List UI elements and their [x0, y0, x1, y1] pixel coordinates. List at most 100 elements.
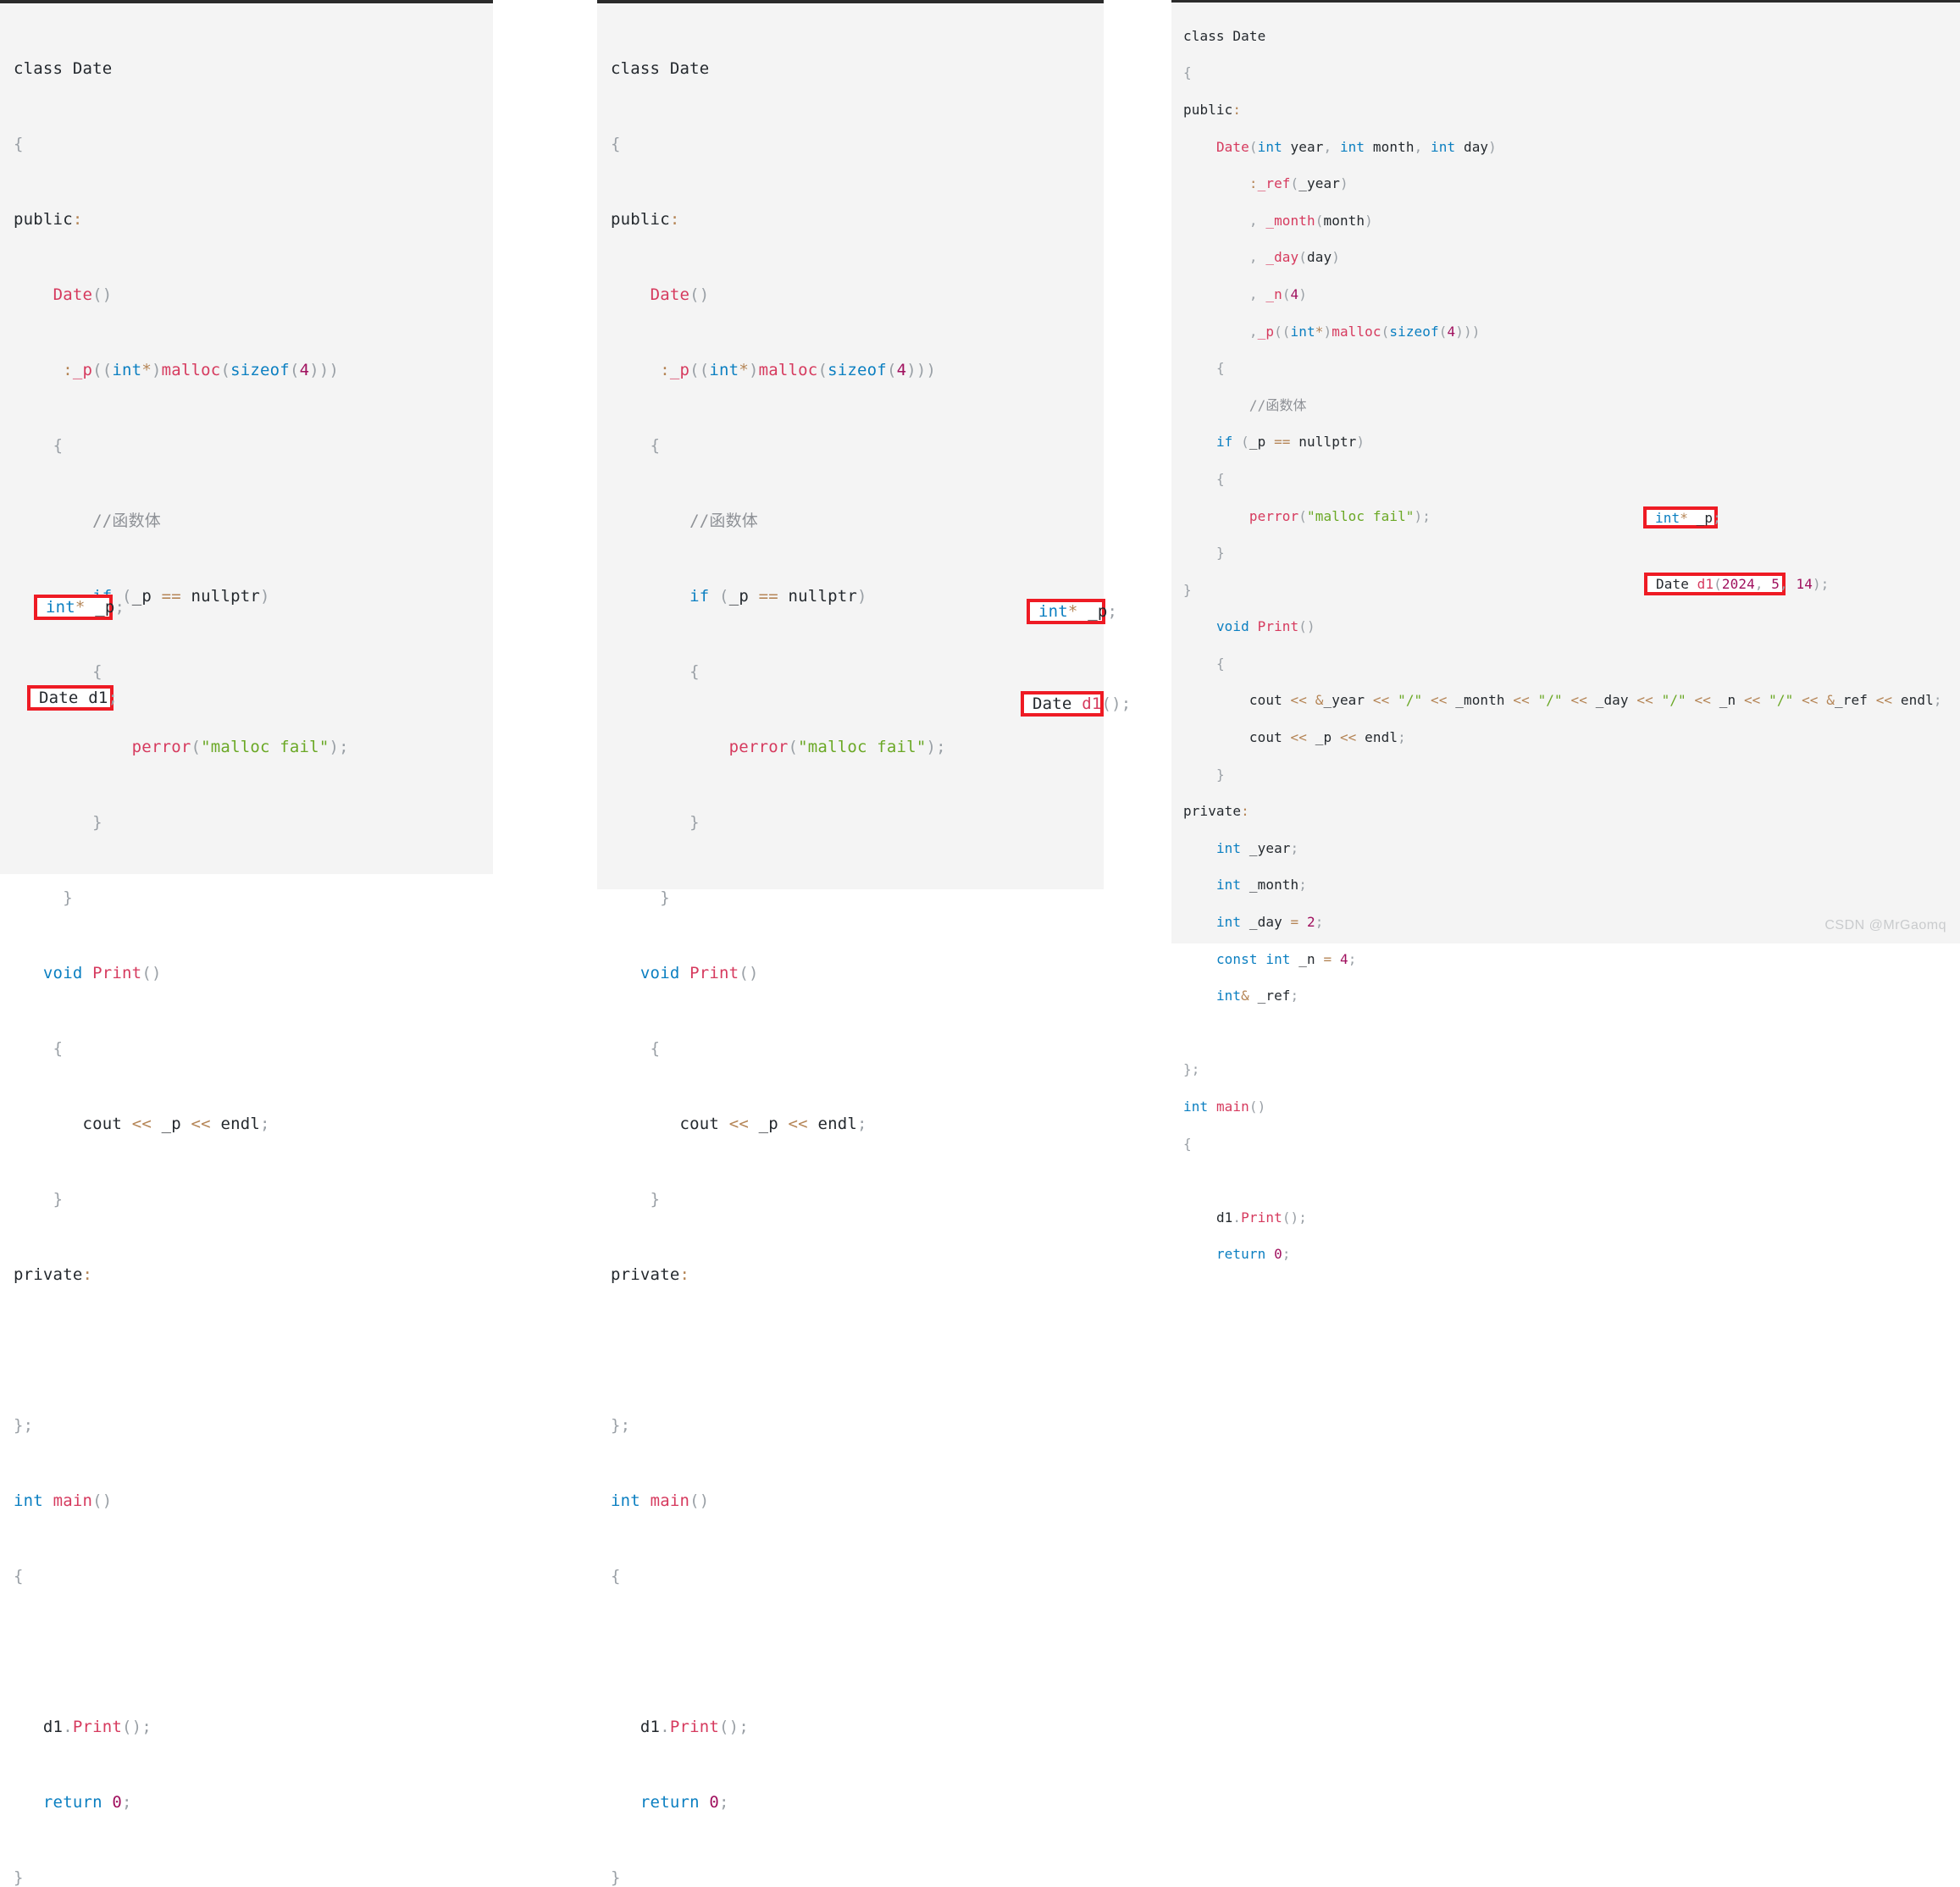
- code-line: int main(): [611, 1482, 1104, 1520]
- code-line: [611, 1331, 1104, 1370]
- code-line: public:: [611, 201, 1104, 239]
- code-line: {: [14, 1558, 493, 1596]
- annotation-box-member-pointer: int* _p;: [1027, 599, 1105, 624]
- code-line: {: [14, 1030, 493, 1068]
- code-line: }: [1183, 544, 1960, 562]
- code-line: void Print(): [14, 955, 493, 993]
- code-line: {: [14, 125, 493, 163]
- code-line: {: [611, 653, 1104, 691]
- code-line: }: [611, 804, 1104, 842]
- code-line: };: [611, 1407, 1104, 1445]
- code-line: , _day(day): [1183, 248, 1960, 267]
- code-line: }: [611, 879, 1104, 917]
- annotation-text: Date d1();: [1024, 694, 1131, 713]
- code-line: public:: [14, 201, 493, 239]
- code-line: d1.Print();: [14, 1708, 493, 1746]
- code-line: cout << &_year << "/" << _month << "/" <…: [1183, 691, 1960, 710]
- code-line: }: [1183, 581, 1960, 600]
- code-line: int& _ref;: [1183, 987, 1960, 1005]
- code-line: private:: [14, 1256, 493, 1294]
- code-line: :_ref(_year): [1183, 174, 1960, 193]
- code-line: perror("malloc fail");: [14, 728, 493, 766]
- panel-3-top-edge: [1171, 0, 1960, 3]
- code-line: }: [611, 1181, 1104, 1219]
- code-line: }: [14, 804, 493, 842]
- code-line: [14, 1633, 493, 1671]
- code-line: const int _n = 4;: [1183, 950, 1960, 969]
- code-line: void Print(): [611, 955, 1104, 993]
- code-line: //函数体: [611, 502, 1104, 540]
- code-panel-default-ctor-no-parens: class Date { public: Date() :_p((int*)ma…: [0, 5, 493, 874]
- code-line: {: [1183, 359, 1960, 378]
- code-line: int _year;: [1183, 839, 1960, 858]
- code-line: [611, 1633, 1104, 1671]
- code-block-panel-1: class Date { public: Date() :_p((int*)ma…: [0, 12, 493, 1887]
- code-line: [1183, 1171, 1960, 1190]
- annotation-box-member-pointer: int* _p;: [1643, 506, 1718, 528]
- code-line: cout << _p << endl;: [611, 1105, 1104, 1143]
- code-line: };: [1183, 1060, 1960, 1079]
- code-line: {: [14, 427, 493, 465]
- code-line: [1183, 1024, 1960, 1043]
- code-line: cout << _p << endl;: [14, 1105, 493, 1143]
- code-line: {: [611, 1558, 1104, 1596]
- code-line: }: [14, 1181, 493, 1219]
- annotation-text: Date d1;: [30, 689, 118, 707]
- code-line: private:: [611, 1256, 1104, 1294]
- code-line: return 0;: [1183, 1245, 1960, 1264]
- annotation-box-object-declaration: Date d1();: [1021, 691, 1104, 717]
- code-line: , _month(month): [1183, 212, 1960, 230]
- code-line: }: [14, 879, 493, 917]
- code-line: //函数体: [1183, 396, 1960, 415]
- code-line: {: [611, 427, 1104, 465]
- panel-2-top-edge: [597, 0, 1104, 3]
- code-line: {: [611, 1030, 1104, 1068]
- code-line: int _month;: [1183, 876, 1960, 894]
- code-block-panel-3: class Date { public: Date(int year, int …: [1171, 8, 1960, 1301]
- annotation-text: Date d1(2024, 5, 14);: [1647, 576, 1829, 592]
- watermark: CSDN @MrGaomq: [1824, 918, 1946, 933]
- code-line: return 0;: [14, 1784, 493, 1822]
- code-line: {: [1183, 64, 1960, 82]
- code-line: if (_p == nullptr): [1183, 433, 1960, 451]
- code-line: }: [611, 1859, 1104, 1887]
- code-line: public:: [1183, 101, 1960, 119]
- code-line: {: [1183, 1135, 1960, 1154]
- code-line: int main(): [14, 1482, 493, 1520]
- code-line: return 0;: [611, 1784, 1104, 1822]
- code-line: d1.Print();: [611, 1708, 1104, 1746]
- annotation-box-object-declaration: Date d1(2024, 5, 14);: [1644, 573, 1786, 595]
- code-line: :_p((int*)malloc(sizeof(4))): [611, 351, 1104, 390]
- code-line: [14, 1331, 493, 1370]
- code-line: private:: [1183, 802, 1960, 821]
- code-line: //函数体: [14, 502, 493, 540]
- code-line: {: [1183, 470, 1960, 489]
- code-line: Date(): [14, 276, 493, 314]
- code-line: {: [1183, 655, 1960, 673]
- code-line: perror("malloc fail");: [611, 728, 1104, 766]
- annotation-box-member-pointer: int* _p;: [34, 595, 113, 620]
- code-line: }: [14, 1859, 493, 1887]
- code-line: class Date: [611, 50, 1104, 88]
- code-line: class Date: [14, 50, 493, 88]
- code-line: ,_p((int*)malloc(sizeof(4))): [1183, 323, 1960, 341]
- code-line: :_p((int*)malloc(sizeof(4))): [14, 351, 493, 390]
- panel-1-top-edge: [0, 0, 493, 3]
- code-line: , _n(4): [1183, 285, 1960, 304]
- code-block-panel-2: class Date { public: Date() :_p((int*)ma…: [597, 12, 1104, 1887]
- code-panel-parameterized-ctor: class Date { public: Date(int year, int …: [1171, 3, 1960, 944]
- annotation-text: int* _p;: [1030, 602, 1117, 621]
- code-line: }: [1183, 766, 1960, 784]
- code-line: int main(): [1183, 1098, 1960, 1116]
- annotation-box-object-declaration: Date d1;: [27, 685, 114, 711]
- code-line: perror("malloc fail");: [1183, 507, 1960, 526]
- code-line: };: [14, 1407, 493, 1445]
- code-panel-default-ctor-with-parens: class Date { public: Date() :_p((int*)ma…: [597, 5, 1104, 889]
- code-line: d1.Print();: [1183, 1209, 1960, 1227]
- code-line: void Print(): [1183, 617, 1960, 636]
- code-line: Date(int year, int month, int day): [1183, 138, 1960, 157]
- code-line: cout << _p << endl;: [1183, 728, 1960, 747]
- annotation-text: int* _p;: [37, 598, 125, 617]
- code-line: Date(): [611, 276, 1104, 314]
- annotation-text: int* _p;: [1647, 510, 1721, 526]
